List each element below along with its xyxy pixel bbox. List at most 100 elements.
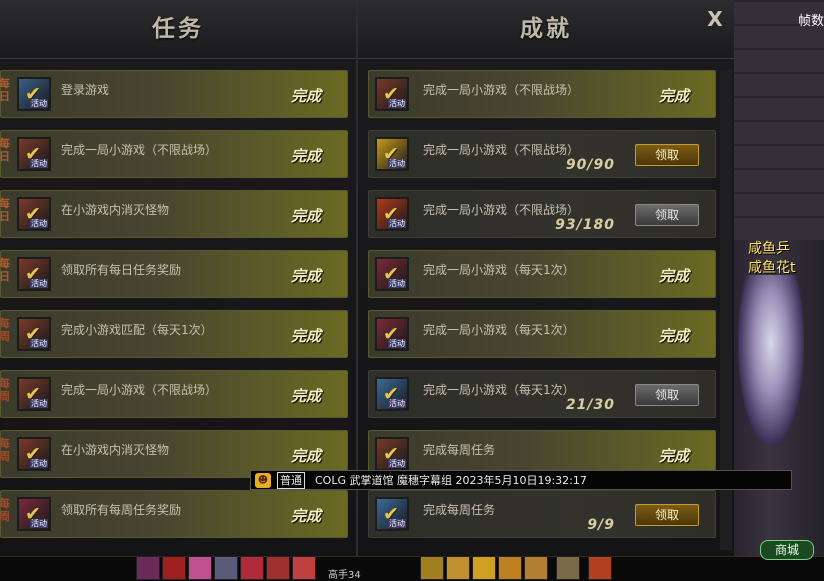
quest-icon: ✔ 活动 <box>375 137 409 171</box>
quest-icon: ✔ 活动 <box>375 257 409 291</box>
achievement-row[interactable]: ✔ 活动 完成一局小游戏（不限战场） 完成 <box>368 70 716 118</box>
skill-hotbar <box>0 556 824 581</box>
event-tag: 活动 <box>30 219 48 228</box>
quest-title: 在小游戏内消灭怪物 <box>61 203 170 217</box>
achievement-row[interactable]: ✔ 活动 完成每周任务 9/9 领取 <box>368 490 716 538</box>
quest-icon: ✔ 活动 <box>17 377 51 411</box>
event-tag: 活动 <box>388 399 406 408</box>
achievement-header: 成就 <box>520 16 572 42</box>
quest-title: 在小游戏内消灭怪物 <box>61 443 170 457</box>
quest-status: 完成 <box>291 147 322 165</box>
quest-period-label: 每日 <box>0 257 10 283</box>
event-tag: 活动 <box>30 459 48 468</box>
quest-period-label: 每日 <box>0 77 10 103</box>
skill-slot-icon[interactable] <box>240 556 264 580</box>
event-tag: 活动 <box>30 519 48 528</box>
achievement-progress: 21/30 <box>565 397 615 413</box>
quest-icon: ✔ 活动 <box>17 77 51 111</box>
brick-wall <box>734 0 824 240</box>
achievement-progress: 9/9 <box>587 517 615 533</box>
claim-button[interactable]: 领取 <box>635 384 699 406</box>
quest-icon: ✔ 活动 <box>17 257 51 291</box>
skill-slot-icon[interactable] <box>162 556 186 580</box>
quest-icon: ✔ 活动 <box>17 497 51 531</box>
event-tag: 活动 <box>388 159 406 168</box>
quest-title: 完成一局小游戏（不限战场） <box>61 143 218 157</box>
quest-icon: ✔ 活动 <box>17 317 51 351</box>
achievement-status: 完成 <box>659 327 690 345</box>
claim-button[interactable]: 领取 <box>635 204 699 226</box>
quest-title: 登录游戏 <box>61 83 110 97</box>
quest-title: 领取所有每日任务奖励 <box>61 263 182 277</box>
quest-status: 完成 <box>291 207 322 225</box>
achievement-title: 完成一局小游戏（每天1次） <box>423 263 575 277</box>
chat-channel[interactable]: 普通 <box>277 472 305 489</box>
event-tag: 活动 <box>388 459 406 468</box>
quest-title: 完成一局小游戏（不限战场） <box>61 383 218 397</box>
quest-status: 完成 <box>291 87 322 105</box>
quest-row[interactable]: 每日 ✔ 活动 登录游戏 完成 <box>0 70 348 118</box>
skill-slot-icon[interactable] <box>214 556 238 580</box>
player-level-label: 高手34 <box>328 570 361 581</box>
quest-row[interactable]: 每周 ✔ 活动 完成一局小游戏（不限战场） 完成 <box>0 370 348 418</box>
quest-row[interactable]: 每周 ✔ 活动 领取所有每周任务奖励 完成 <box>0 490 348 538</box>
achievement-row[interactable]: ✔ 活动 完成一局小游戏（不限战场） 93/180 领取 <box>368 190 716 238</box>
quest-status: 完成 <box>291 327 322 345</box>
skill-slot-icon[interactable] <box>136 556 160 580</box>
quest-header: 任务 <box>152 16 204 42</box>
skill-slot-icon[interactable] <box>420 556 444 580</box>
chat-message: COLG 武掌道馆 魔穗字幕组 2023年5月10日19:32:17 <box>315 474 587 487</box>
skill-slot-icon[interactable] <box>446 556 470 580</box>
close-button[interactable]: X <box>704 8 726 30</box>
quest-period-label: 每周 <box>0 497 10 523</box>
shop-button[interactable]: 商城 <box>760 540 814 560</box>
skill-slot-icon[interactable] <box>266 556 290 580</box>
event-tag: 活动 <box>388 99 406 108</box>
achievement-title: 完成一局小游戏（不限战场） <box>423 203 580 217</box>
quest-icon: ✔ 活动 <box>17 197 51 231</box>
achievement-title: 完成一局小游戏（不限战场） <box>423 83 580 97</box>
skill-slot-icon[interactable] <box>524 556 548 580</box>
event-tag: 活动 <box>30 339 48 348</box>
npc-name-label[interactable]: 咸鱼乒 咸鱼花t <box>748 240 796 278</box>
achievement-title: 完成一局小游戏（不限战场） <box>423 143 580 157</box>
skill-slot-icon[interactable] <box>588 556 612 580</box>
quest-row[interactable]: 每日 ✔ 活动 在小游戏内消灭怪物 完成 <box>0 190 348 238</box>
quest-row[interactable]: 每日 ✔ 活动 领取所有每日任务奖励 完成 <box>0 250 348 298</box>
quest-row[interactable]: 每日 ✔ 活动 完成一局小游戏（不限战场） 完成 <box>0 130 348 178</box>
achievement-row[interactable]: ✔ 活动 完成一局小游戏（每天1次） 完成 <box>368 310 716 358</box>
event-tag: 活动 <box>388 339 406 348</box>
quest-row[interactable]: 每周 ✔ 活动 完成小游戏匹配（每天1次） 完成 <box>0 310 348 358</box>
quest-icon: ✔ 活动 <box>375 377 409 411</box>
claim-button[interactable]: 领取 <box>635 144 699 166</box>
skill-slot-icon[interactable] <box>292 556 316 580</box>
smiley-icon[interactable]: ☻ <box>255 473 271 488</box>
skill-slot-icon[interactable] <box>188 556 212 580</box>
skill-slot-icon[interactable] <box>498 556 522 580</box>
chat-bar[interactable]: ☻ 普通 COLG 武掌道馆 魔穗字幕组 2023年5月10日19:32:17 <box>250 470 792 490</box>
skill-slot-icon[interactable] <box>556 556 580 580</box>
event-tag: 活动 <box>388 519 406 528</box>
quest-status: 完成 <box>291 267 322 285</box>
achievement-title: 完成每周任务 <box>423 503 496 517</box>
achievement-progress: 90/90 <box>565 157 615 173</box>
achievement-title: 完成一局小游戏（每天1次） <box>423 323 575 337</box>
achievement-title: 完成每周任务 <box>423 443 496 457</box>
skill-slot-icon[interactable] <box>472 556 496 580</box>
achievement-title: 完成一局小游戏（每天1次） <box>423 383 575 397</box>
quest-period-label: 每日 <box>0 137 10 163</box>
achievement-row[interactable]: ✔ 活动 完成一局小游戏（不限战场） 90/90 领取 <box>368 130 716 178</box>
npc-name-line1: 咸鱼乒 <box>748 241 790 257</box>
achievement-row[interactable]: ✔ 活动 完成一局小游戏（每天1次） 21/30 领取 <box>368 370 716 418</box>
quest-title: 领取所有每周任务奖励 <box>61 503 182 517</box>
quest-icon: ✔ 活动 <box>375 197 409 231</box>
quest-period-label: 每周 <box>0 377 10 403</box>
event-tag: 活动 <box>388 279 406 288</box>
quest-title: 完成小游戏匹配（每天1次） <box>61 323 213 337</box>
quest-icon: ✔ 活动 <box>375 317 409 351</box>
achievement-row[interactable]: ✔ 活动 完成一局小游戏（每天1次） 完成 <box>368 250 716 298</box>
claim-button[interactable]: 领取 <box>635 504 699 526</box>
achievement-status: 完成 <box>659 267 690 285</box>
npc-character[interactable] <box>738 275 804 445</box>
quest-period-label: 每周 <box>0 437 10 463</box>
